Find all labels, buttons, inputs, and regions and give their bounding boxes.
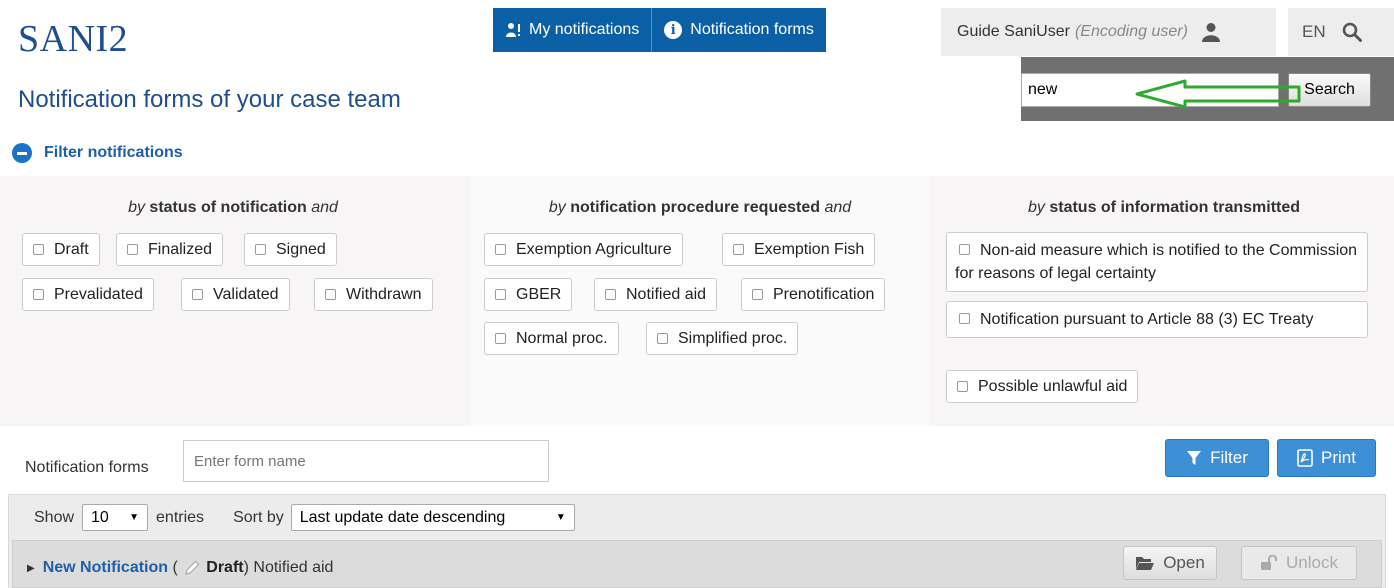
checkbox-icon[interactable] xyxy=(127,244,138,255)
filter-checkbox-non-aid-measure[interactable]: Non-aid measure which is notified to the… xyxy=(946,232,1368,292)
top-navigation: My notifications i Notification forms xyxy=(493,8,826,52)
user-icon xyxy=(1201,22,1220,42)
user-role: (Encoding user) xyxy=(1074,23,1188,40)
funnel-icon xyxy=(1186,450,1202,466)
filter-checkbox-notified-aid[interactable]: Notified aid xyxy=(594,278,718,311)
language-area: EN xyxy=(1288,8,1394,56)
my-notifications-button[interactable]: My notifications xyxy=(493,8,651,52)
checkbox-icon[interactable] xyxy=(33,289,44,300)
print-button[interactable]: Print xyxy=(1277,439,1376,477)
filter-checkbox-exemption-fish[interactable]: Exemption Fish xyxy=(722,233,876,266)
filter-checkbox-gber[interactable]: GBER xyxy=(484,278,573,311)
checkbox-icon[interactable] xyxy=(657,333,668,344)
pdf-icon xyxy=(1297,449,1313,467)
filter-toggle[interactable]: Filter notifications xyxy=(12,143,183,163)
user-name: Guide SaniUser xyxy=(957,23,1070,40)
collapse-icon xyxy=(12,143,32,163)
filter-toggle-label: Filter notifications xyxy=(44,144,183,161)
checkbox-icon[interactable] xyxy=(959,312,970,324)
filter-column-procedure: by notification procedure requested and … xyxy=(470,176,930,426)
app-logo[interactable]: SANI2 xyxy=(18,17,128,61)
filter-checkbox-normal-proc[interactable]: Normal proc. xyxy=(484,322,619,355)
open-button[interactable]: Open xyxy=(1123,546,1217,580)
checkbox-icon[interactable] xyxy=(959,243,970,255)
user-menu[interactable]: Guide SaniUser (Encoding user) xyxy=(941,8,1276,56)
notification-row: ▶ New Notification ( Draft ) Notified ai… xyxy=(12,540,1382,588)
unlock-button[interactable]: Unlock xyxy=(1241,546,1357,580)
pencil-icon xyxy=(184,560,200,576)
entries-label: entries xyxy=(156,508,205,526)
filter-checkbox-withdrawn[interactable]: Withdrawn xyxy=(314,278,433,311)
filter-checkbox-prevalidated[interactable]: Prevalidated xyxy=(22,278,154,311)
list-controls: Show 10 ▼ entries Sort by Last update da… xyxy=(34,504,575,531)
checkbox-icon[interactable] xyxy=(495,333,506,344)
filter-checkbox-prenotification[interactable]: Prenotification xyxy=(741,278,886,311)
my-notifications-label: My notifications xyxy=(529,21,640,38)
filter-checkbox-simplified-proc[interactable]: Simplified proc. xyxy=(646,322,799,355)
filter-checkbox-article-88[interactable]: Notification pursuant to Article 88 (3) … xyxy=(946,301,1368,338)
page-title: Notification forms of your case team xyxy=(18,86,401,113)
checkbox-icon[interactable] xyxy=(325,289,336,300)
unlock-icon xyxy=(1260,555,1278,571)
filter-button[interactable]: Filter xyxy=(1165,439,1269,477)
notification-status: Draft xyxy=(206,559,244,576)
show-label: Show xyxy=(34,508,75,526)
filter-checkbox-signed[interactable]: Signed xyxy=(244,233,337,266)
info-icon: i xyxy=(664,21,683,39)
filter-checkbox-exemption-agriculture[interactable]: Exemption Agriculture xyxy=(484,233,683,266)
folder-open-icon xyxy=(1135,555,1155,571)
checkbox-icon[interactable] xyxy=(192,289,203,300)
search-icon[interactable] xyxy=(1342,22,1362,42)
sort-select[interactable]: Last update date descending ▼ xyxy=(290,504,575,531)
checkbox-icon[interactable] xyxy=(605,289,616,300)
entries-select[interactable]: 10 ▼ xyxy=(82,504,149,531)
notification-row-title[interactable]: ▶ New Notification ( Draft ) Notified ai… xyxy=(27,559,333,577)
notification-forms-button[interactable]: i Notification forms xyxy=(651,8,826,52)
forms-toolbar: Notification forms Filter Print xyxy=(8,431,1386,493)
filter-panel: by status of notification and Draft Fina… xyxy=(0,176,1394,426)
filter-heading-information: by status of information transmitted xyxy=(1027,199,1301,216)
checkbox-icon[interactable] xyxy=(495,289,506,300)
filter-column-information: by status of information transmitted Non… xyxy=(934,176,1394,426)
form-name-input[interactable] xyxy=(183,440,549,482)
checkbox-icon[interactable] xyxy=(733,244,744,255)
filter-checkbox-draft[interactable]: Draft xyxy=(22,233,100,266)
notification-name[interactable]: New Notification xyxy=(43,559,168,577)
expand-icon[interactable]: ▶ xyxy=(27,563,35,574)
caret-down-icon: ▼ xyxy=(129,512,140,523)
language-selector[interactable]: EN xyxy=(1302,22,1326,42)
user-alert-icon xyxy=(505,22,521,38)
filter-heading-status: by status of notification and xyxy=(128,199,338,216)
sort-label: Sort by xyxy=(233,508,284,526)
checkbox-icon[interactable] xyxy=(752,289,763,300)
checkbox-icon[interactable] xyxy=(495,244,506,255)
filter-heading-procedure: by notification procedure requested and xyxy=(548,199,852,216)
annotation-arrow-icon xyxy=(1135,79,1301,109)
caret-down-icon: ▼ xyxy=(555,512,566,523)
checkbox-icon[interactable] xyxy=(33,244,44,255)
notification-forms-label: Notification forms xyxy=(690,21,814,38)
filter-checkbox-validated[interactable]: Validated xyxy=(181,278,290,311)
filter-checkbox-finalized[interactable]: Finalized xyxy=(116,233,224,266)
checkbox-icon[interactable] xyxy=(255,244,266,255)
checkbox-icon[interactable] xyxy=(957,381,968,392)
notification-type: Notified aid xyxy=(248,559,334,576)
forms-label: Notification forms xyxy=(25,459,149,476)
filter-checkbox-unlawful-aid[interactable]: Possible unlawful aid xyxy=(946,370,1139,403)
filter-column-status: by status of notification and Draft Fina… xyxy=(0,176,466,426)
